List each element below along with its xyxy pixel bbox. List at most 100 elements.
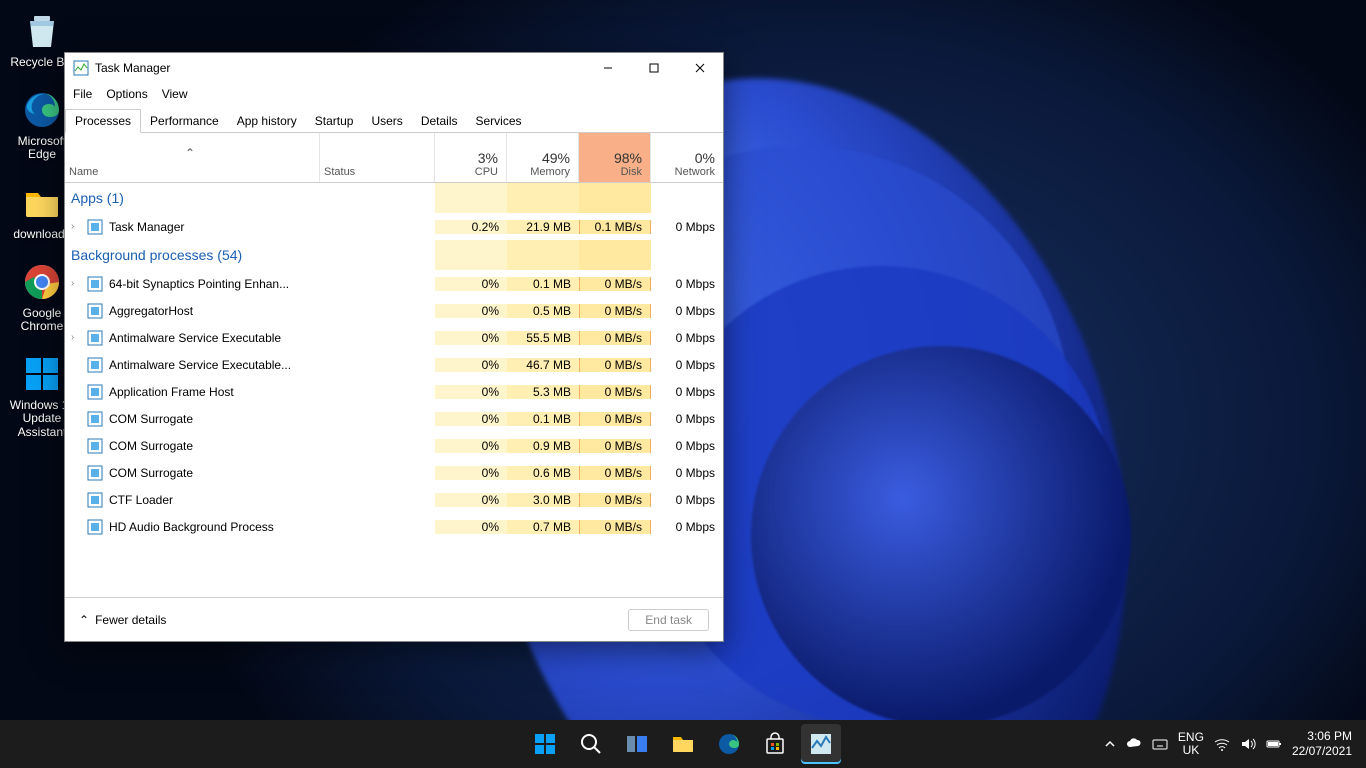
process-network: 0 Mbps — [651, 277, 723, 291]
process-row[interactable]: › Antimalware Service Executable 0% 55.5… — [65, 324, 723, 351]
menu-view[interactable]: View — [162, 87, 188, 101]
process-network: 0 Mbps — [651, 439, 723, 453]
taskbar: ENG UK 3:06 PM 22/07/2021 — [0, 720, 1366, 768]
process-name: CTF Loader — [109, 493, 173, 507]
process-cpu: 0% — [435, 331, 507, 345]
process-memory: 21.9 MB — [507, 220, 579, 234]
wifi-icon[interactable] — [1214, 736, 1230, 752]
process-icon — [87, 519, 103, 535]
process-cpu: 0.2% — [435, 220, 507, 234]
process-cpu: 0% — [435, 520, 507, 534]
column-header-name[interactable]: ⌃ Name — [65, 133, 320, 182]
language-indicator[interactable]: ENG UK — [1178, 731, 1204, 757]
process-network: 0 Mbps — [651, 220, 723, 234]
process-name: Application Frame Host — [109, 385, 234, 399]
process-row[interactable]: COM Surrogate 0% 0.6 MB 0 MB/s 0 Mbps — [65, 459, 723, 486]
tab-details[interactable]: Details — [412, 110, 467, 132]
task-manager-taskbar-button[interactable] — [801, 724, 841, 764]
process-name: Antimalware Service Executable — [109, 331, 281, 345]
windows-icon — [19, 351, 65, 397]
process-memory: 0.9 MB — [507, 439, 579, 453]
process-disk: 0 MB/s — [579, 385, 651, 399]
expand-chevron-icon: › — [71, 278, 81, 289]
process-name: HD Audio Background Process — [109, 520, 274, 534]
process-memory: 0.1 MB — [507, 412, 579, 426]
process-row[interactable]: AggregatorHost 0% 0.5 MB 0 MB/s 0 Mbps — [65, 297, 723, 324]
sort-indicator-icon: ⌃ — [69, 146, 311, 160]
process-disk: 0 MB/s — [579, 520, 651, 534]
tab-performance[interactable]: Performance — [141, 110, 228, 132]
file-explorer-button[interactable] — [663, 724, 703, 764]
tray-overflow-button[interactable] — [1104, 738, 1116, 750]
tab-users[interactable]: Users — [362, 110, 411, 132]
process-disk: 0 MB/s — [579, 331, 651, 345]
process-icon — [87, 330, 103, 346]
fewer-details-button[interactable]: ⌃ Fewer details — [79, 613, 166, 627]
process-icon — [87, 357, 103, 373]
process-row[interactable]: › 64-bit Synaptics Pointing Enhan... 0% … — [65, 270, 723, 297]
column-header-memory[interactable]: 49% Memory — [507, 133, 579, 182]
start-button[interactable] — [525, 724, 565, 764]
tab-startup[interactable]: Startup — [306, 110, 363, 132]
tab-app-history[interactable]: App history — [228, 110, 306, 132]
process-name: COM Surrogate — [109, 466, 193, 480]
process-cpu: 0% — [435, 493, 507, 507]
process-row[interactable]: COM Surrogate 0% 0.1 MB 0 MB/s 0 Mbps — [65, 405, 723, 432]
expand-chevron-icon: › — [71, 332, 81, 343]
volume-icon[interactable] — [1240, 736, 1256, 752]
minimize-button[interactable] — [585, 53, 631, 83]
process-icon — [87, 384, 103, 400]
column-header-cpu[interactable]: 3% CPU — [435, 133, 507, 182]
process-network: 0 Mbps — [651, 331, 723, 345]
process-name: COM Surrogate — [109, 439, 193, 453]
process-disk: 0 MB/s — [579, 439, 651, 453]
search-button[interactable] — [571, 724, 611, 764]
process-memory: 5.3 MB — [507, 385, 579, 399]
end-task-button[interactable]: End task — [628, 609, 709, 631]
process-disk: 0.1 MB/s — [579, 220, 651, 234]
process-row[interactable]: HD Audio Background Process 0% 0.7 MB 0 … — [65, 513, 723, 540]
task-view-button[interactable] — [617, 724, 657, 764]
column-header-status[interactable]: Status — [320, 133, 435, 182]
process-icon — [87, 492, 103, 508]
process-disk: 0 MB/s — [579, 466, 651, 480]
touch-keyboard-icon[interactable] — [1152, 736, 1168, 752]
process-memory: 46.7 MB — [507, 358, 579, 372]
close-button[interactable] — [677, 53, 723, 83]
process-row[interactable]: COM Surrogate 0% 0.9 MB 0 MB/s 0 Mbps — [65, 432, 723, 459]
menu-options[interactable]: Options — [106, 87, 147, 101]
tab-services[interactable]: Services — [467, 110, 531, 132]
process-memory: 55.5 MB — [507, 331, 579, 345]
process-row[interactable]: Antimalware Service Executable... 0% 46.… — [65, 351, 723, 378]
process-disk: 0 MB/s — [579, 358, 651, 372]
process-cpu: 0% — [435, 439, 507, 453]
process-icon — [87, 438, 103, 454]
process-memory: 0.5 MB — [507, 304, 579, 318]
column-header-network[interactable]: 0% Network — [651, 133, 723, 182]
process-group-header: Apps (1) — [65, 183, 320, 214]
process-name: 64-bit Synaptics Pointing Enhan... — [109, 277, 289, 291]
process-row[interactable]: Application Frame Host 0% 5.3 MB 0 MB/s … — [65, 378, 723, 405]
task-manager-window: Task Manager File Options View Processes… — [64, 52, 724, 642]
process-row[interactable]: › Task Manager 0.2% 21.9 MB 0.1 MB/s 0 M… — [65, 213, 723, 240]
maximize-button[interactable] — [631, 53, 677, 83]
battery-icon[interactable] — [1266, 736, 1282, 752]
process-name: AggregatorHost — [109, 304, 193, 318]
recycle-bin-icon — [19, 8, 65, 54]
menu-file[interactable]: File — [73, 87, 92, 101]
process-network: 0 Mbps — [651, 466, 723, 480]
process-cpu: 0% — [435, 412, 507, 426]
edge-icon — [19, 87, 65, 133]
window-title: Task Manager — [95, 61, 585, 75]
store-button[interactable] — [755, 724, 795, 764]
clock[interactable]: 3:06 PM 22/07/2021 — [1292, 729, 1352, 759]
edge-taskbar-button[interactable] — [709, 724, 749, 764]
process-icon — [87, 276, 103, 292]
tab-processes[interactable]: Processes — [65, 109, 141, 133]
column-header-disk[interactable]: 98% Disk — [579, 133, 651, 182]
process-memory: 3.0 MB — [507, 493, 579, 507]
process-icon — [87, 411, 103, 427]
process-row[interactable]: CTF Loader 0% 3.0 MB 0 MB/s 0 Mbps — [65, 486, 723, 513]
onedrive-icon[interactable] — [1126, 736, 1142, 752]
process-cpu: 0% — [435, 358, 507, 372]
